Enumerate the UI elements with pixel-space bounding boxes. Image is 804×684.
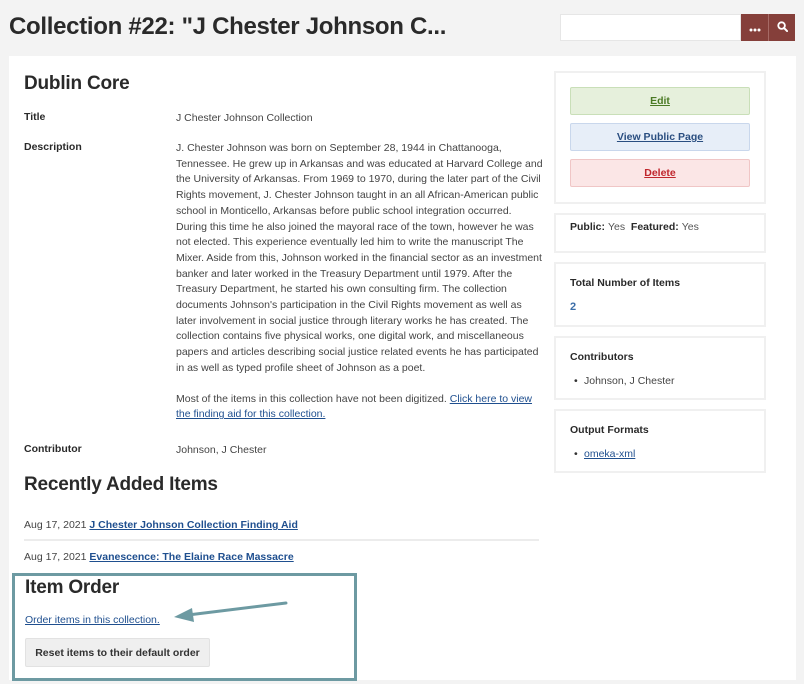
delete-button[interactable]: Delete	[570, 159, 750, 187]
order-items-link[interactable]: Order items in this collection.	[25, 614, 160, 626]
recent-item-link[interactable]: J Chester Johnson Collection Finding Aid	[89, 519, 297, 531]
output-formats-list: • omeka-xml	[570, 448, 750, 460]
bullet-icon: •	[574, 448, 578, 460]
recent-item: Aug 17, 2021 J Chester Johnson Collectio…	[24, 519, 539, 541]
recent-items-heading: Recently Added Items	[24, 474, 218, 495]
output-format-item: • omeka-xml	[570, 448, 750, 460]
view-public-page-button[interactable]: View Public Page	[570, 123, 750, 151]
item-order-heading: Item Order	[25, 577, 120, 598]
sidebar: Edit View Public Page Delete Public: Yes…	[554, 71, 766, 482]
featured-value: Yes	[681, 220, 699, 233]
output-format-link[interactable]: omeka-xml	[584, 448, 635, 460]
edit-button[interactable]: Edit	[570, 87, 750, 115]
featured-label: Featured:	[630, 220, 679, 233]
search-submit-button[interactable]	[768, 14, 795, 41]
description-label: Description	[24, 141, 82, 153]
page-title: Collection #22: "J Chester Johnson C...	[9, 13, 447, 40]
recent-item: Aug 17, 2021 Evanescence: The Elaine Rac…	[24, 551, 539, 563]
recent-item-link[interactable]: Evanescence: The Elaine Race Massacre	[89, 551, 293, 563]
ellipsis-icon	[749, 20, 761, 35]
total-items-count[interactable]: 2	[570, 301, 750, 313]
magnifier-icon	[776, 20, 788, 35]
output-formats-panel: Output Formats • omeka-xml	[554, 409, 766, 473]
search-bar	[560, 14, 795, 41]
item-order-section: Item Order Order items in this collectio…	[12, 573, 357, 681]
contributor-value: Johnson, J Chester	[176, 444, 267, 456]
description-paragraph: J. Chester Johnson was born on September…	[176, 142, 543, 374]
reset-order-button[interactable]: Reset items to their default order	[25, 638, 210, 667]
status-panel: Public: Yes Featured: Yes	[554, 213, 766, 253]
actions-panel: Edit View Public Page Delete	[554, 71, 766, 204]
content-panel: Dublin Core Title J Chester Johnson Coll…	[9, 56, 796, 681]
dublin-core-heading: Dublin Core	[24, 73, 130, 94]
contributors-list: • Johnson, J Chester	[570, 375, 750, 387]
bullet-icon: •	[574, 375, 578, 387]
description-value: J. Chester Johnson was born on September…	[176, 141, 544, 423]
contributors-heading: Contributors	[570, 351, 634, 363]
description-note: Most of the items in this collection hav…	[176, 392, 544, 423]
description-note-text: Most of the items in this collection hav…	[176, 392, 450, 405]
public-value: Yes	[607, 220, 626, 233]
contributor-item: • Johnson, J Chester	[570, 375, 750, 387]
contributor-name: Johnson, J Chester	[584, 375, 675, 387]
title-value: J Chester Johnson Collection	[176, 112, 313, 124]
recent-item-date: Aug 17, 2021	[24, 551, 87, 563]
contributor-label: Contributor	[24, 443, 82, 455]
public-label: Public:	[570, 220, 606, 233]
recent-item-date: Aug 17, 2021	[24, 519, 87, 531]
contributors-panel: Contributors • Johnson, J Chester	[554, 336, 766, 400]
total-items-heading: Total Number of Items	[570, 277, 681, 289]
advanced-search-button[interactable]	[741, 14, 768, 41]
search-input[interactable]	[560, 14, 741, 41]
output-formats-heading: Output Formats	[570, 424, 649, 436]
total-items-panel: Total Number of Items 2	[554, 262, 766, 327]
title-label: Title	[24, 111, 46, 123]
